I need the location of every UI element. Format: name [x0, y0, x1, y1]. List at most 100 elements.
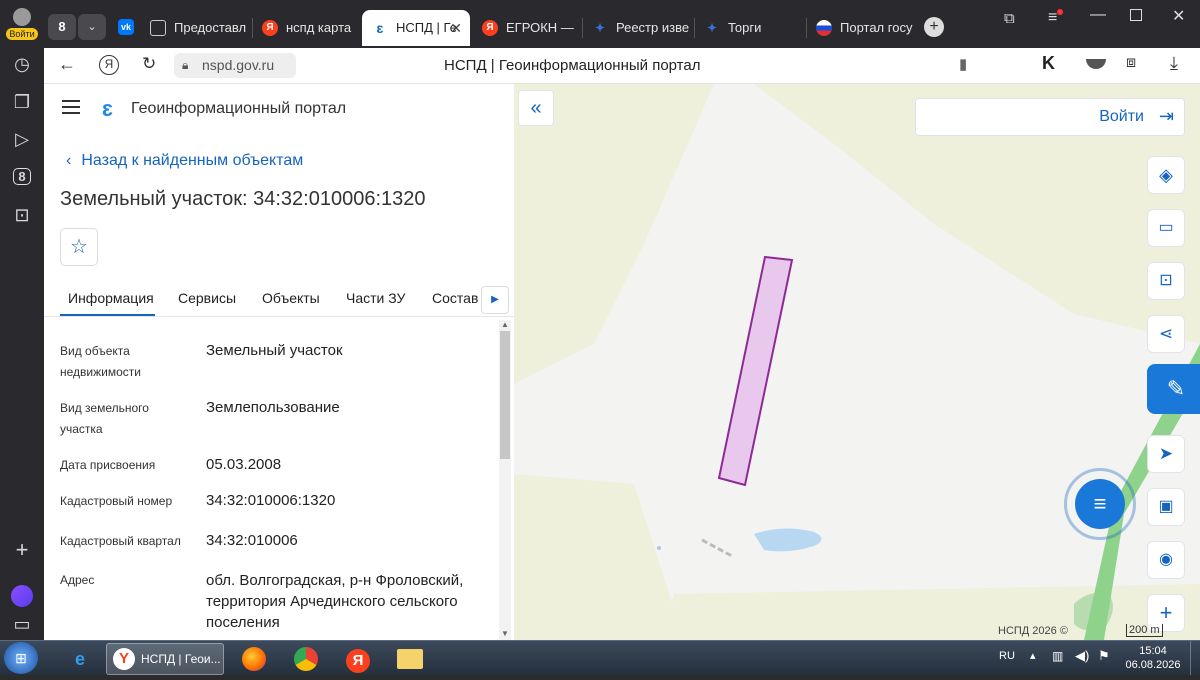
tab-parts[interactable]: Части ЗУ	[346, 290, 405, 306]
yandex-logo-icon[interactable]: Я	[99, 55, 119, 75]
row-value-object-type: Земельный участок	[206, 342, 343, 359]
collapse-panel-button[interactable]: «	[518, 90, 554, 126]
tab-services[interactable]: Сервисы	[178, 290, 236, 306]
hamburger-menu-icon[interactable]	[62, 100, 80, 114]
yandex-icon: Я	[262, 20, 278, 36]
tab-2[interactable]: ɛ НСПД | Ге ✕	[362, 10, 470, 46]
ie-icon[interactable]: e	[56, 644, 104, 674]
login-button[interactable]: Войти ⇥	[915, 98, 1185, 136]
row-value-cadastral-quarter: 34:32:010006	[206, 532, 298, 549]
new-tab-button[interactable]: +	[924, 17, 944, 37]
object-title: Земельный участок: 34:32:010006:1320	[60, 188, 426, 210]
flag-tray-icon[interactable]: ⚑	[1098, 648, 1110, 664]
clock[interactable]: 15:04 06.08.2026	[1124, 644, 1182, 672]
lock-icon: 🔒︎	[182, 58, 189, 72]
geolocation-button[interactable]: ➤	[1147, 435, 1185, 473]
bookmark-icon[interactable]: ▮	[959, 55, 967, 73]
collections-icon[interactable]: ❐	[10, 90, 34, 114]
scrollbar-thumb[interactable]	[500, 331, 510, 459]
download-icon[interactable]: ⤓	[1170, 53, 1178, 74]
url-field[interactable]: 🔒︎ nspd.gov.ru	[174, 53, 296, 78]
back-to-results-link[interactable]: ‹ Назад к найденным объектам	[66, 152, 303, 170]
network-icon[interactable]: ▥	[1052, 649, 1063, 663]
browser-sidebar: Войти ◷ ❐ ▷ 8 ⊡ + ▭	[0, 0, 44, 640]
tab-objects[interactable]: Объекты	[262, 290, 320, 306]
nspd-icon: ɛ	[376, 20, 384, 36]
extension-icon[interactable]	[1086, 59, 1106, 69]
yandex-taskbar-window[interactable]: Y НСПД | Геои...	[106, 643, 224, 675]
share-button[interactable]: ⋖	[1147, 315, 1185, 353]
windows-taskbar: ⊞ e Y НСПД | Геои... Я RU ▴ ▥ ◀) ⚑ 15:04…	[0, 640, 1200, 675]
screenshot-icon[interactable]: ⊡	[10, 203, 34, 227]
star-icon: ☆	[70, 236, 88, 258]
tab-6[interactable]: Портал госу	[806, 10, 916, 46]
start-button[interactable]: ⊞	[4, 642, 38, 674]
chat-assistant-button[interactable]: ≡	[1064, 468, 1136, 540]
tab-5[interactable]: ✦ Торги	[694, 10, 804, 46]
row-value-address: обл. Волгоградская, р-н Фроловский, терр…	[206, 572, 464, 631]
close-tab-icon[interactable]: ✕	[450, 10, 462, 46]
tray-expand-icon[interactable]: ▴	[1030, 649, 1036, 662]
panel-toggle-icon[interactable]: ▭	[10, 612, 34, 636]
reload-icon[interactable]: ↻	[142, 54, 156, 74]
location-pin-icon: ◉	[1159, 551, 1173, 568]
yandex-app-icon[interactable]: Я	[334, 644, 382, 674]
add-icon[interactable]: +	[10, 538, 34, 562]
chrome-icon[interactable]	[282, 644, 330, 674]
object-panel: ɛ Геоинформационный портал ‹ Назад к найд…	[44, 84, 514, 640]
row-label-parcel-kind: Вид земельного участка	[60, 401, 149, 436]
volume-icon[interactable]: ◀)	[1075, 648, 1089, 664]
minimize-icon[interactable]: —	[1090, 6, 1106, 24]
language-indicator[interactable]: RU	[999, 650, 1015, 662]
feedback-button[interactable]: ✎	[1147, 364, 1200, 414]
chevron-left-icon: ‹	[66, 152, 72, 169]
scroll-up-arrow[interactable]: ▲	[499, 320, 511, 329]
badge-eight-icon[interactable]: 8	[10, 165, 34, 189]
tab-information[interactable]: Информация	[68, 290, 154, 306]
tab-3[interactable]: Я ЕГРОКН —	[472, 10, 580, 46]
tab-count-button[interactable]: 8	[48, 14, 76, 40]
tab-composition[interactable]: Состав	[432, 290, 478, 306]
row-value-cadastral-number: 34:32:010006:1320	[206, 492, 336, 509]
vk-pinned-tab[interactable]: vk	[118, 19, 134, 35]
location-search-button[interactable]: ◉	[1147, 541, 1185, 579]
minimap-button[interactable]: ▣	[1147, 488, 1185, 526]
page-icon	[150, 20, 166, 36]
scroll-down-arrow[interactable]: ▼	[499, 629, 511, 638]
collections-toolbar-icon[interactable]: ⧈	[1126, 54, 1136, 72]
layers-button[interactable]: ◈	[1147, 156, 1185, 194]
select-area-button[interactable]: ⊡	[1147, 262, 1185, 300]
flag-icon	[816, 20, 832, 36]
tab-1[interactable]: Я нспд карта	[252, 10, 362, 46]
history-icon[interactable]: ◷	[10, 52, 34, 76]
yandex-browser-icon: Y	[113, 648, 135, 670]
double-chevron-left-icon: «	[530, 97, 542, 119]
map-view[interactable]: « Войти ⇥ ◈ ▭ ⊡ ⋖ ✎ ➤ ▣ ◉ + ≡ НСПД 2026 …	[514, 84, 1200, 640]
navigation-arrow-icon: ➤	[1158, 444, 1174, 463]
row-label-address: Адрес	[60, 573, 95, 587]
bookmarks-panel-icon[interactable]: ⧉	[1004, 10, 1015, 27]
alice-icon[interactable]	[11, 585, 33, 607]
kinopoisk-icon[interactable]: K	[1042, 53, 1055, 74]
tab-0[interactable]: Предоставл	[140, 10, 250, 46]
back-icon[interactable]: ←	[58, 54, 76, 75]
user-icon	[13, 8, 31, 26]
firefox-icon[interactable]	[230, 644, 278, 674]
close-window-icon[interactable]: ✕	[1172, 6, 1185, 26]
tab-bar: 8 ⌄ vk Предоставл Я нспд карта ɛ НСПД | …	[44, 0, 1200, 48]
menu-icon[interactable]: ≡	[1048, 9, 1064, 27]
ruler-button[interactable]: ▭	[1147, 209, 1185, 247]
tabs-dropdown-icon[interactable]: ⌄	[78, 14, 106, 40]
explorer-icon[interactable]	[386, 644, 434, 674]
panel-scrollbar[interactable]: ▲ ▼	[499, 320, 511, 640]
show-desktop-button[interactable]	[1190, 641, 1200, 675]
profile-button[interactable]: Войти	[6, 8, 38, 44]
tab-4[interactable]: ✦ Реестр изве	[582, 10, 692, 46]
ruler-icon: ▭	[1158, 219, 1174, 236]
tabs-scroll-right-button[interactable]: ▶	[481, 286, 509, 314]
login-icon: ⇥	[1158, 106, 1174, 126]
play-icon[interactable]: ▷	[10, 127, 34, 151]
favorite-button[interactable]: ☆	[60, 228, 98, 266]
map-canvas	[514, 84, 1200, 640]
maximize-icon[interactable]	[1130, 9, 1142, 21]
